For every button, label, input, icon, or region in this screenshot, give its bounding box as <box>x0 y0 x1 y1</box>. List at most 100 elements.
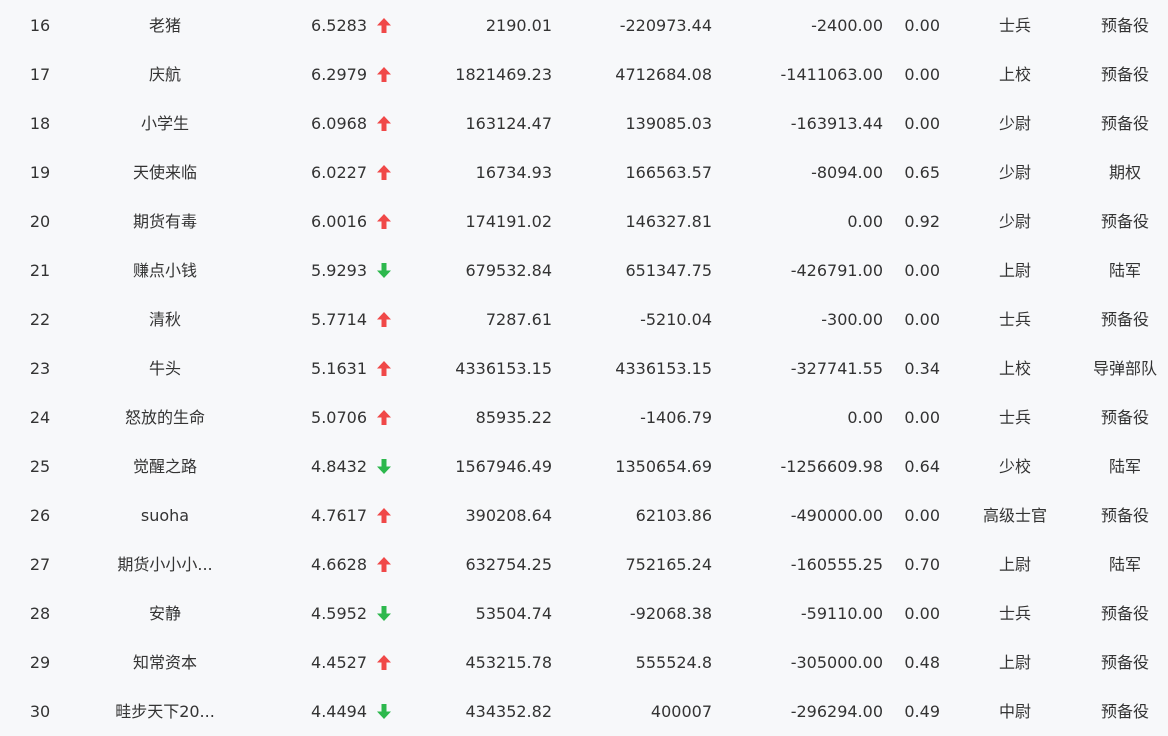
score-cell: 6.0968 <box>311 114 367 133</box>
score-cell: 4.8432 <box>311 457 367 476</box>
value2-cell: -92068.38 <box>629 604 712 623</box>
ratio-cell: 0.00 <box>904 65 940 84</box>
value2-cell: 146327.81 <box>625 212 712 231</box>
arrow-up-icon <box>374 50 394 99</box>
branch-cell: 预备役 <box>1100 604 1149 623</box>
arrow-up-icon <box>374 344 394 393</box>
military-rank-cell: 中尉 <box>998 702 1031 721</box>
rank-cell: 19 <box>29 163 51 182</box>
value1-cell: 434352.82 <box>465 702 552 721</box>
military-rank-cell: 士兵 <box>998 16 1031 35</box>
table-row[interactable]: 24 怒放的生命 5.0706 85935.22 -1406.79 0.00 0.00 士兵 预… <box>0 393 1168 442</box>
value3-cell: -1256609.98 <box>780 457 883 476</box>
military-rank-cell: 士兵 <box>998 408 1031 427</box>
table-row[interactable]: 18 小学生 6.0968 163124.47 139085.03 -163913.44 0… <box>0 99 1168 148</box>
name-cell: 小学生 <box>140 114 189 133</box>
ratio-cell: 0.65 <box>904 163 940 182</box>
rank-cell: 23 <box>29 359 51 378</box>
ratio-cell: 0.00 <box>904 604 940 623</box>
table-row[interactable]: 28 安静 4.5952 53504.74 -92068.38 -59110.00 0.00… <box>0 589 1168 638</box>
table-row[interactable]: 29 知常资本 4.4527 453215.78 555524.8 -305000.00 0… <box>0 638 1168 687</box>
value2-cell: 400007 <box>650 702 712 721</box>
value1-cell: 85935.22 <box>475 408 552 427</box>
ratio-cell: 0.00 <box>904 506 940 525</box>
arrow-up-icon <box>374 197 394 246</box>
rank-cell: 21 <box>29 261 51 280</box>
military-rank-cell: 上尉 <box>998 261 1031 280</box>
table-row[interactable]: 26 suoha 4.7617 390208.64 62103.86 -490000.00… <box>0 491 1168 540</box>
value1-cell: 4336153.15 <box>455 359 552 378</box>
arrow-down-icon <box>374 687 394 736</box>
score-cell: 6.0227 <box>311 163 367 182</box>
rank-cell: 27 <box>29 555 51 574</box>
name-cell: 知常资本 <box>132 653 197 672</box>
score-cell: 5.9293 <box>311 261 367 280</box>
value2-cell: 62103.86 <box>635 506 712 525</box>
rank-cell: 26 <box>29 506 51 525</box>
branch-cell: 预备役 <box>1100 653 1149 672</box>
value2-cell: 139085.03 <box>625 114 712 133</box>
branch-cell: 陆军 <box>1108 555 1141 574</box>
value3-cell: -59110.00 <box>800 604 883 623</box>
value2-cell: -5210.04 <box>640 310 712 329</box>
name-cell: 牛头 <box>148 359 181 378</box>
score-cell: 4.5952 <box>311 604 367 623</box>
value3-cell: -1411063.00 <box>780 65 883 84</box>
value1-cell: 53504.74 <box>475 604 552 623</box>
table-row[interactable]: 30 畦步天下20... 4.4494 434352.82 400007 -296294.… <box>0 687 1168 736</box>
ratio-cell: 0.00 <box>904 408 940 427</box>
ratio-cell: 0.34 <box>904 359 940 378</box>
value1-cell: 7287.61 <box>485 310 552 329</box>
military-rank-cell: 少尉 <box>998 212 1031 231</box>
name-cell: 天使来临 <box>132 163 197 182</box>
value1-cell: 1821469.23 <box>455 65 552 84</box>
military-rank-cell: 上校 <box>998 65 1031 84</box>
value1-cell: 2190.01 <box>485 16 552 35</box>
score-cell: 4.6628 <box>311 555 367 574</box>
branch-cell: 预备役 <box>1100 702 1149 721</box>
value2-cell: 555524.8 <box>635 653 712 672</box>
name-cell: 清秋 <box>148 310 181 329</box>
ratio-cell: 0.00 <box>904 310 940 329</box>
value3-cell: -160555.25 <box>790 555 883 574</box>
table-row[interactable]: 21 赚点小钱 5.9293 679532.84 651347.75 -426791.00… <box>0 246 1168 295</box>
ratio-cell: 0.48 <box>904 653 940 672</box>
score-cell: 5.0706 <box>311 408 367 427</box>
name-cell: suoha <box>140 506 190 525</box>
branch-cell: 预备役 <box>1100 212 1149 231</box>
table-row[interactable]: 25 觉醒之路 4.8432 1567946.49 1350654.69 -1256609… <box>0 442 1168 491</box>
rank-cell: 22 <box>29 310 51 329</box>
value3-cell: 0.00 <box>847 212 883 231</box>
value2-cell: -220973.44 <box>619 16 712 35</box>
military-rank-cell: 少校 <box>998 457 1031 476</box>
name-cell: 赚点小钱 <box>132 261 197 280</box>
value3-cell: -305000.00 <box>790 653 883 672</box>
table-row[interactable]: 23 牛头 5.1631 4336153.15 4336153.15 -327741.55… <box>0 344 1168 393</box>
table-row[interactable]: 17 庆航 6.2979 1821469.23 4712684.08 -1411063.0… <box>0 50 1168 99</box>
score-cell: 4.4494 <box>311 702 367 721</box>
branch-cell: 陆军 <box>1108 457 1141 476</box>
value3-cell: -426791.00 <box>790 261 883 280</box>
military-rank-cell: 士兵 <box>998 310 1031 329</box>
ratio-cell: 0.00 <box>904 261 940 280</box>
ratio-cell: 0.00 <box>904 16 940 35</box>
value2-cell: 651347.75 <box>625 261 712 280</box>
branch-cell: 预备役 <box>1100 16 1149 35</box>
ratio-cell: 0.64 <box>904 457 940 476</box>
table-row[interactable]: 20 期货有毒 6.0016 174191.02 146327.81 0.00 0.92 少尉… <box>0 197 1168 246</box>
table-row[interactable]: 16 老猪 6.5283 2190.01 -220973.44 -2400.00 0.00 士… <box>0 1 1168 50</box>
military-rank-cell: 上尉 <box>998 555 1031 574</box>
table-row[interactable]: 19 天使来临 6.0227 16734.93 166563.57 -8094.00 0.6… <box>0 148 1168 197</box>
table-row[interactable]: 27 期货小小小... 4.6628 632754.25 752165.24 -16055… <box>0 540 1168 589</box>
value1-cell: 174191.02 <box>465 212 552 231</box>
name-cell: 老猪 <box>148 16 181 35</box>
ranking-table: 16 老猪 6.5283 2190.01 -220973.44 -2400.00 0.00 士… <box>0 0 1168 734</box>
branch-cell: 预备役 <box>1100 408 1149 427</box>
score-cell: 4.7617 <box>311 506 367 525</box>
name-cell: 怒放的生命 <box>124 408 205 427</box>
value1-cell: 390208.64 <box>465 506 552 525</box>
value2-cell: 4712684.08 <box>615 65 712 84</box>
table-row[interactable]: 22 清秋 5.7714 7287.61 -5210.04 -300.00 0.00 士兵 预备… <box>0 295 1168 344</box>
rank-cell: 25 <box>29 457 51 476</box>
score-cell: 6.5283 <box>311 16 367 35</box>
